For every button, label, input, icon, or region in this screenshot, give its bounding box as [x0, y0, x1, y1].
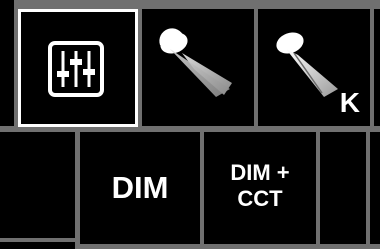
dim-mode-button[interactable]: DIM	[80, 132, 200, 244]
faders-icon	[48, 41, 104, 97]
spotlight-cct-mode-button[interactable]: K	[258, 9, 370, 126]
spotlight-mode-button[interactable]	[142, 9, 254, 126]
spotlight-icon	[159, 28, 232, 97]
left-edge-panel-bottom	[0, 132, 75, 238]
right-edge-panel-bottom-2	[370, 132, 380, 244]
left-edge-panel-top	[0, 0, 14, 126]
left-edge-panel-bottom-lower	[0, 242, 75, 249]
dim-cct-label-line2: CCT	[237, 186, 283, 211]
dim-cct-label-line1: DIM +	[230, 160, 290, 185]
right-edge-panel-top	[374, 9, 380, 126]
settings-mode-button[interactable]	[18, 9, 138, 127]
dim-label: DIM	[111, 170, 169, 205]
right-edge-panel-bottom	[320, 132, 366, 244]
divider	[0, 238, 75, 241]
dim-cct-mode-button[interactable]: DIM + CCT	[204, 132, 316, 244]
kelvin-badge: K	[339, 87, 360, 118]
